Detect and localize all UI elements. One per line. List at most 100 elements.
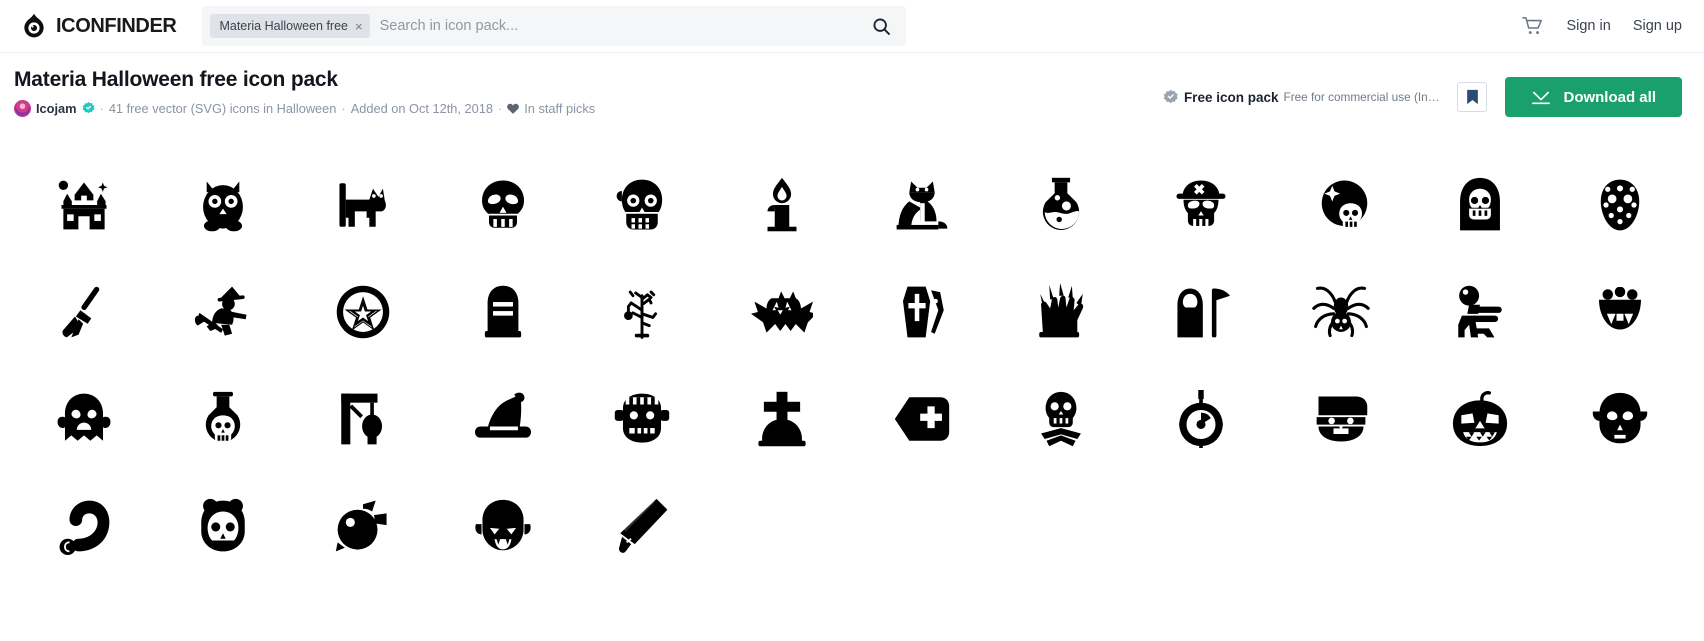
icon-tile[interactable] — [712, 365, 852, 472]
icon-tile[interactable] — [852, 258, 992, 365]
sign-in-link[interactable]: Sign in — [1566, 18, 1610, 34]
verified-badge-icon — [82, 102, 94, 114]
grave-cross-icon — [758, 391, 806, 446]
icon-tile[interactable] — [1271, 151, 1411, 258]
poison-bottle-icon — [206, 391, 241, 443]
icon-tile[interactable] — [1550, 151, 1690, 258]
close-icon[interactable]: × — [355, 20, 363, 33]
pack-header-actions: Free icon pack Free for commercial use (… — [1163, 77, 1682, 117]
icon-tile[interactable] — [1131, 151, 1271, 258]
icon-tile[interactable] — [154, 472, 294, 579]
free-icon-pack-badge: Free icon pack Free for commercial use (… — [1163, 89, 1443, 106]
top-navigation-bar: ICONFINDER Materia Halloween free × Sign… — [0, 0, 1704, 53]
bat-icon — [751, 290, 814, 333]
icon-tile[interactable] — [1131, 365, 1271, 472]
first-aid-tag-icon — [894, 396, 950, 441]
chip-label: Materia Halloween free — [219, 19, 348, 33]
broom-icon — [62, 286, 100, 337]
zombie-hand-icon — [1039, 282, 1084, 337]
shopping-cart-icon[interactable] — [1522, 16, 1544, 36]
icon-tile[interactable] — [1411, 151, 1551, 258]
icon-tile[interactable] — [1271, 258, 1411, 365]
icon-tile[interactable] — [1550, 258, 1690, 365]
skeleton-icon — [1041, 391, 1082, 446]
icon-tile[interactable] — [14, 472, 154, 579]
icon-tile[interactable] — [712, 151, 852, 258]
skull-mask-icon — [201, 498, 246, 551]
icon-tile[interactable] — [14, 151, 154, 258]
skull-icon — [481, 180, 524, 228]
pack-metadata: Icojam · 41 free vector (SVG) icons in H… — [14, 100, 1163, 118]
icon-tile[interactable] — [293, 472, 433, 579]
icon-tile[interactable] — [154, 365, 294, 472]
moon-skull-icon — [1321, 180, 1368, 229]
icon-grid — [0, 135, 1704, 579]
icon-tile[interactable] — [573, 472, 713, 579]
icon-tile[interactable] — [852, 151, 992, 258]
icon-tile[interactable] — [293, 365, 433, 472]
search-icon — [873, 17, 890, 35]
icon-tile[interactable] — [433, 472, 573, 579]
download-arrow-icon — [1532, 91, 1551, 105]
icon-tile[interactable] — [992, 365, 1132, 472]
icon-tile[interactable] — [154, 151, 294, 258]
lollipop-icon — [59, 500, 110, 555]
pirate-skull-icon — [1176, 180, 1226, 226]
pack-icon-count[interactable]: 41 free vector (SVG) icons in Halloween — [109, 101, 337, 116]
icon-tile[interactable] — [573, 151, 713, 258]
icon-tile[interactable] — [14, 258, 154, 365]
heart-icon — [507, 103, 520, 114]
iconfinder-logo-link[interactable]: ICONFINDER — [20, 12, 177, 40]
icon-tile[interactable] — [573, 365, 713, 472]
meta-separator-2: · — [341, 101, 346, 117]
icon-tile[interactable] — [852, 365, 992, 472]
search-filter-chip[interactable]: Materia Halloween free × — [210, 14, 370, 38]
icon-tile[interactable] — [1271, 365, 1411, 472]
icon-tile[interactable] — [433, 365, 573, 472]
vampire-face-icon — [475, 499, 531, 550]
haunted-house-icon — [58, 180, 108, 229]
pack-header-left: Materia Halloween free icon pack Icojam … — [14, 67, 1163, 118]
search-submit-button[interactable] — [864, 9, 898, 43]
icon-tile[interactable] — [1550, 365, 1690, 472]
icon-tile[interactable] — [1411, 258, 1551, 365]
icon-tile[interactable] — [433, 258, 573, 365]
download-all-label: Download all — [1563, 88, 1656, 106]
icon-tile[interactable] — [293, 258, 433, 365]
dead-tree-icon — [624, 290, 658, 339]
download-all-button[interactable]: Download all — [1505, 77, 1682, 117]
icon-tile[interactable] — [992, 258, 1132, 365]
ghost-icon — [57, 393, 111, 441]
bomb-icon — [1179, 389, 1223, 448]
flying-witch-icon — [195, 286, 248, 336]
icon-tile[interactable] — [293, 151, 433, 258]
coffin-icon — [902, 286, 944, 337]
icon-tile[interactable] — [1411, 365, 1551, 472]
tombstone-icon — [484, 285, 521, 337]
bookmark-button[interactable] — [1457, 82, 1488, 112]
icon-tile[interactable] — [433, 151, 573, 258]
iconfinder-eye-logo — [24, 13, 44, 38]
icon-tile[interactable] — [14, 365, 154, 472]
brand-name: ICONFINDER — [56, 14, 177, 37]
search-input[interactable] — [369, 18, 865, 34]
standing-cat-icon — [339, 182, 387, 227]
wrapped-candy-icon — [335, 500, 387, 551]
cleaver-knife-icon — [619, 498, 668, 553]
account-actions: Sign in Sign up — [1522, 16, 1682, 36]
icon-tile[interactable] — [1131, 258, 1271, 365]
avatar[interactable] — [14, 100, 31, 118]
icon-tile[interactable] — [573, 258, 713, 365]
meta-separator-1: · — [99, 101, 104, 117]
jack-o-lantern-icon — [1453, 390, 1508, 446]
search-bar[interactable]: Materia Halloween free × — [202, 6, 907, 46]
free-badge-title: Free icon pack — [1183, 89, 1279, 105]
witch-hat-icon — [474, 392, 531, 438]
icon-tile[interactable] — [712, 258, 852, 365]
icon-tile[interactable] — [154, 258, 294, 365]
mummy-face-icon — [1316, 396, 1368, 441]
author-link[interactable]: Icojam — [36, 101, 77, 116]
sign-up-link[interactable]: Sign up — [1633, 18, 1682, 34]
staff-picks-label: In staff picks — [524, 101, 596, 117]
icon-tile[interactable] — [992, 151, 1132, 258]
